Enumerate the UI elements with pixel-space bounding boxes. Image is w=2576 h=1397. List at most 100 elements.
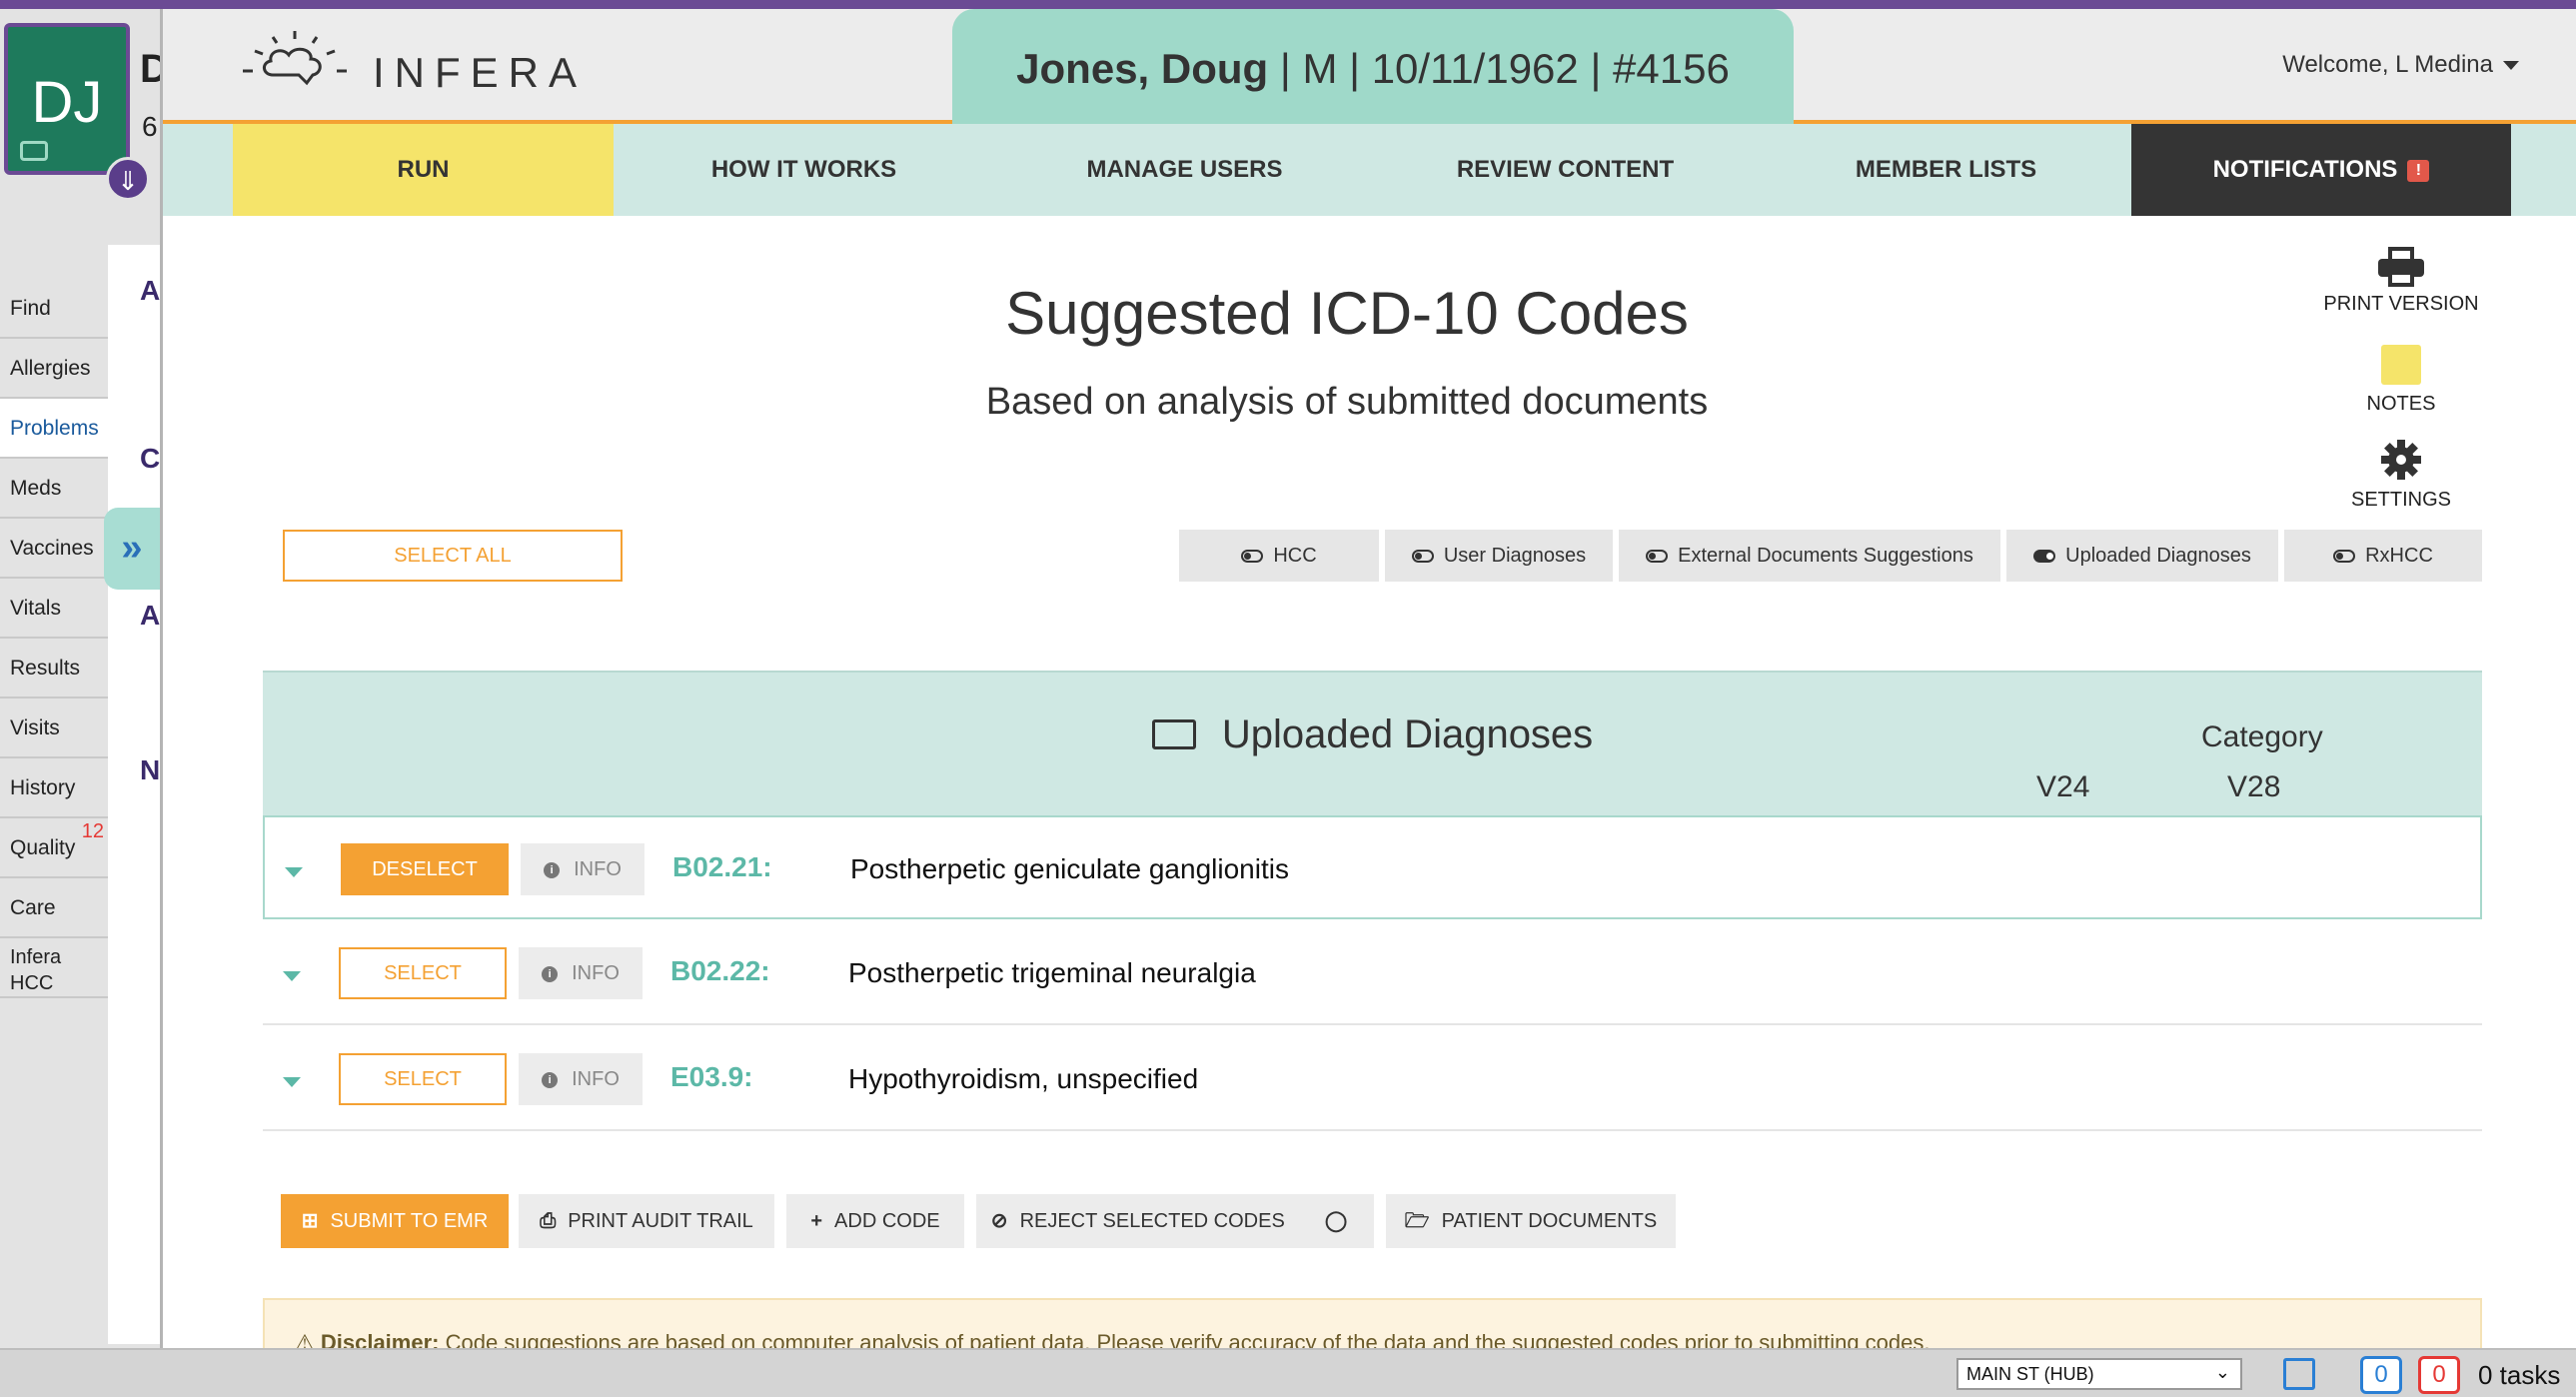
comment-icon: ◯ [1324, 1210, 1348, 1232]
filter-uploaded-diagnoses[interactable]: Uploaded Diagnoses [2006, 530, 2278, 582]
emr-nav-allergies[interactable]: Allergies [0, 339, 108, 399]
filter-hcc[interactable]: HCC [1179, 530, 1379, 582]
filter-user-diagnoses[interactable]: User Diagnoses [1385, 530, 1613, 582]
welcome-text: Welcome, L Medina [2282, 51, 2493, 78]
alert-count-badge[interactable]: 0 [2418, 1356, 2460, 1394]
expand-caret-icon[interactable] [285, 867, 303, 877]
tasks-link[interactable]: 0 tasks [2478, 1360, 2560, 1391]
settings-tool[interactable]: SETTINGS [2321, 439, 2481, 512]
diagnosis-row: SELECT i INFO B02.22: Postherpetic trigem… [263, 921, 2482, 1025]
emr-nav-results[interactable]: Results [0, 639, 108, 698]
emr-content-letter: A [140, 600, 161, 631]
print-version-tool[interactable]: PRINT VERSION [2321, 247, 2481, 316]
patient-documents-button[interactable]: 🗁 PATIENT DOCUMENTS [1386, 1194, 1676, 1248]
info-button[interactable]: i INFO [521, 843, 644, 895]
printer-icon [2378, 247, 2424, 287]
emr-nav: Find Allergies Problems Meds Vaccines Vi… [0, 279, 108, 998]
deselect-button[interactable]: DESELECT [341, 843, 509, 895]
toggle-icon [1241, 550, 1264, 564]
add-code-button[interactable]: + ADD CODE [786, 1194, 964, 1248]
add-code-label: ADD CODE [834, 1210, 940, 1232]
emr-nav-visits[interactable]: Visits [0, 698, 108, 758]
emr-nav-vitals[interactable]: Vitals [0, 579, 108, 639]
toggle-on-icon [2033, 550, 2056, 564]
brain-logo-icon [243, 31, 347, 86]
message-count-badge[interactable]: 0 [2360, 1356, 2402, 1394]
reject-selected-codes-button[interactable]: ⊘ REJECT SELECTED CODES ◯ [976, 1194, 1374, 1248]
expand-caret-icon[interactable] [283, 1077, 301, 1087]
filter-uploaded-diagnoses-label: Uploaded Diagnoses [2065, 545, 2251, 567]
filter-rxhcc[interactable]: RxHCC [2284, 530, 2482, 582]
expand-caret-icon[interactable] [283, 971, 301, 981]
print-audit-trail-button[interactable]: ⎙ PRINT AUDIT TRAIL [519, 1194, 774, 1248]
info-button[interactable]: i INFO [519, 1053, 643, 1105]
submit-to-emr-button[interactable]: ⊞ SUBMIT TO EMR [281, 1194, 509, 1248]
icd-code: B02.21: [672, 851, 772, 882]
warning-icon: ⚠ [295, 1330, 315, 1348]
tab-review-content[interactable]: REVIEW CONTENT [1375, 124, 1756, 216]
toggle-icon [1646, 550, 1669, 564]
emr-nav-quality[interactable]: Quality 12 [0, 818, 108, 878]
location-select[interactable]: MAIN ST (HUB) ⌄ [1956, 1358, 2242, 1390]
notes-label: NOTES [2366, 393, 2436, 415]
quality-count-badge: 12 [81, 820, 104, 842]
tab-run[interactable]: RUN [233, 124, 614, 216]
select-button[interactable]: SELECT [339, 1053, 507, 1105]
panel-header: INFERA Jones, Doug | M | 10/11/1962 | #4… [163, 9, 2576, 124]
patient-age-fragment: 6 [142, 111, 158, 142]
tab-member-lists[interactable]: MEMBER LISTS [1756, 124, 2136, 216]
icd-code: B02.22: [670, 955, 770, 986]
page-subtitle: Based on analysis of submitted documents [985, 381, 1709, 423]
sticky-note-icon [2381, 345, 2421, 385]
emr-nav-quality-label: Quality [10, 836, 76, 859]
patient-avatar[interactable]: DJ [4, 23, 130, 175]
section-title-text: Uploaded Diagnoses [1221, 712, 1594, 756]
toggle-icon [1411, 550, 1434, 564]
emr-top-strip [0, 0, 2576, 9]
avatar-initials: DJ [31, 70, 103, 135]
infera-panel: INFERA Jones, Doug | M | 10/11/1962 | #4… [160, 9, 2576, 1348]
diagnosis-row: SELECT i INFO E03.9: Hypothyroidism, unsp… [263, 1027, 2482, 1131]
patient-banner: Jones, Doug | M | 10/11/1962 | #4156 [952, 9, 1794, 124]
printer-icon: ⎙ [540, 1210, 557, 1232]
emr-nav-meds[interactable]: Meds [0, 459, 108, 519]
plus-icon: + [810, 1210, 823, 1232]
notes-tool[interactable]: NOTES [2321, 345, 2481, 416]
info-button[interactable]: i INFO [519, 947, 643, 999]
info-icon: i [542, 1071, 559, 1088]
emr-nav-find[interactable]: Find [0, 279, 108, 339]
chevron-down-icon[interactable]: ⇓ [106, 157, 150, 201]
emr-nav-vaccines[interactable]: Vaccines [0, 519, 108, 579]
filter-external-documents-label: External Documents Suggestions [1678, 545, 1973, 567]
select-button[interactable]: SELECT [339, 947, 507, 999]
folder-open-icon: 🗁 [1404, 1210, 1430, 1232]
emr-nav-infera-hcc[interactable]: Infera HCC [0, 938, 108, 998]
tab-how-it-works[interactable]: HOW IT WORKS [614, 124, 994, 216]
select-all-button[interactable]: SELECT ALL [283, 530, 623, 582]
camera-icon[interactable] [20, 141, 48, 161]
expand-panel-icon[interactable]: » [104, 508, 160, 590]
infera-logo[interactable]: INFERA [233, 29, 593, 99]
filter-external-documents[interactable]: External Documents Suggestions [1619, 530, 2000, 582]
tab-notifications[interactable]: NOTIFICATIONS! [2131, 124, 2511, 216]
emr-nav-problems[interactable]: Problems [0, 399, 108, 459]
filter-rxhcc-label: RxHCC [2365, 545, 2433, 567]
location-value: MAIN ST (HUB) [1966, 1364, 2094, 1384]
diagnosis-description: Postherpetic trigeminal neuralgia [848, 957, 1256, 988]
patient-name: Jones, Doug [1016, 45, 1269, 92]
emr-content-letter: A [140, 275, 161, 306]
print-audit-label: PRINT AUDIT TRAIL [568, 1210, 753, 1232]
info-icon: i [544, 861, 561, 878]
settings-label: SETTINGS [2350, 489, 2451, 511]
tab-manage-users[interactable]: MANAGE USERS [994, 124, 1375, 216]
caret-down-icon [2503, 61, 2519, 71]
uploaded-diagnoses-header: Uploaded Diagnoses Category V24 V28 [263, 671, 2482, 815]
main-nav: RUN HOW IT WORKS MANAGE USERS REVIEW CON… [163, 124, 2576, 216]
info-icon: i [542, 965, 559, 982]
emr-nav-history[interactable]: History [0, 758, 108, 818]
alert-flag-icon: ! [2407, 159, 2430, 182]
emr-nav-care[interactable]: Care [0, 878, 108, 938]
diagnosis-row: DESELECT i INFO B02.21: Postherpetic geni… [263, 815, 2482, 919]
user-menu[interactable]: Welcome, L Medina [2282, 51, 2519, 79]
calendar-icon[interactable] [2283, 1358, 2315, 1390]
